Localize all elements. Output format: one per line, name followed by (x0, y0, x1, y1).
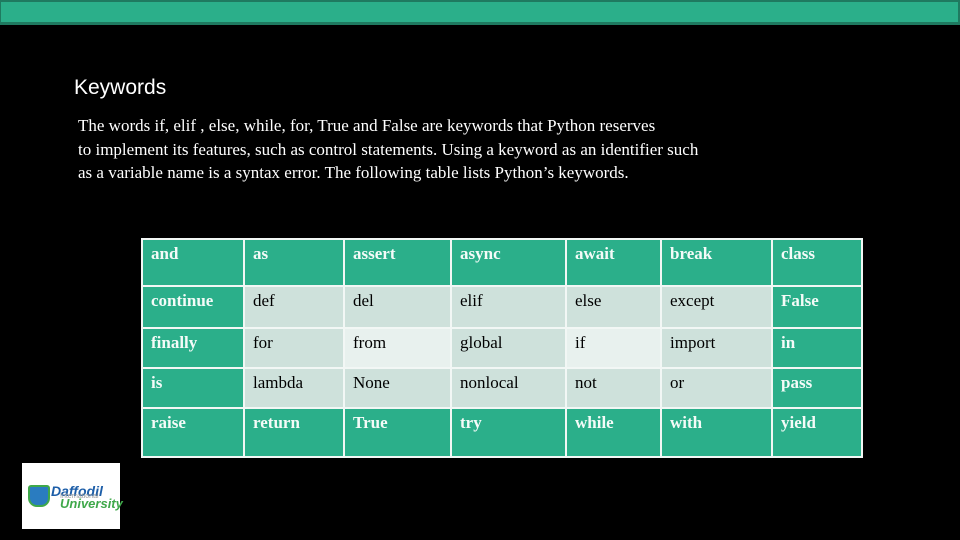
keyword-cell: pass (771, 367, 863, 409)
keyword-cell: await (565, 238, 662, 287)
table-row: continue def del elif else except False (141, 285, 863, 329)
top-accent-bar (0, 0, 960, 25)
slide-paragraph: The words if, elif , else, while, for, T… (78, 114, 838, 185)
table-row: is lambda None nonlocal not or pass (141, 367, 863, 409)
keyword-cell: else (565, 285, 662, 329)
keyword-cell: def (243, 285, 345, 329)
table-row: and as assert async await break class (141, 238, 863, 287)
keyword-cell: return (243, 407, 345, 458)
keyword-cell: nonlocal (450, 367, 567, 409)
keywords-table: and as assert async await break class continue d… (141, 238, 863, 458)
paragraph-line: to implement its features, such as contr… (78, 139, 699, 159)
keyword-cell: from (343, 327, 452, 369)
keyword-cell: global (450, 327, 567, 369)
keyword-cell: and (141, 238, 245, 287)
paragraph-line: The words if, elif , else, while, for, T… (78, 116, 656, 135)
top-accent-bar-fill (1, 2, 958, 22)
keyword-cell: break (660, 238, 773, 287)
keyword-cell: continue (141, 285, 245, 329)
keyword-cell: assert (343, 238, 452, 287)
keyword-cell: lambda (243, 367, 345, 409)
keyword-cell: while (565, 407, 662, 458)
keyword-cell: in (771, 327, 863, 369)
keyword-cell: False (771, 285, 863, 329)
crest-icon (28, 485, 50, 507)
keyword-cell: or (660, 367, 773, 409)
keyword-cell: raise (141, 407, 245, 458)
keyword-cell: not (565, 367, 662, 409)
keyword-cell: True (343, 407, 452, 458)
keyword-cell: if (565, 327, 662, 369)
keyword-cell: yield (771, 407, 863, 458)
slide-title: Keywords (74, 76, 167, 99)
keyword-cell: except (660, 285, 773, 329)
keyword-cell: as (243, 238, 345, 287)
keyword-cell: is (141, 367, 245, 409)
keyword-cell: async (450, 238, 567, 287)
keyword-cell: for (243, 327, 345, 369)
logo-text-university: University (60, 496, 123, 511)
keyword-cell: elif (450, 285, 567, 329)
keyword-cell: None (343, 367, 452, 409)
keyword-cell: import (660, 327, 773, 369)
paragraph-line: as a variable name is a syntax error. Th… (78, 163, 629, 182)
table-row: raise return True try while with yield (141, 407, 863, 458)
keyword-cell: class (771, 238, 863, 287)
keyword-cell: del (343, 285, 452, 329)
keyword-cell: with (660, 407, 773, 458)
table-row: finally for from global if import in (141, 327, 863, 369)
university-logo: Daffodil International University (22, 463, 123, 529)
keyword-cell: try (450, 407, 567, 458)
keyword-cell: finally (141, 327, 245, 369)
